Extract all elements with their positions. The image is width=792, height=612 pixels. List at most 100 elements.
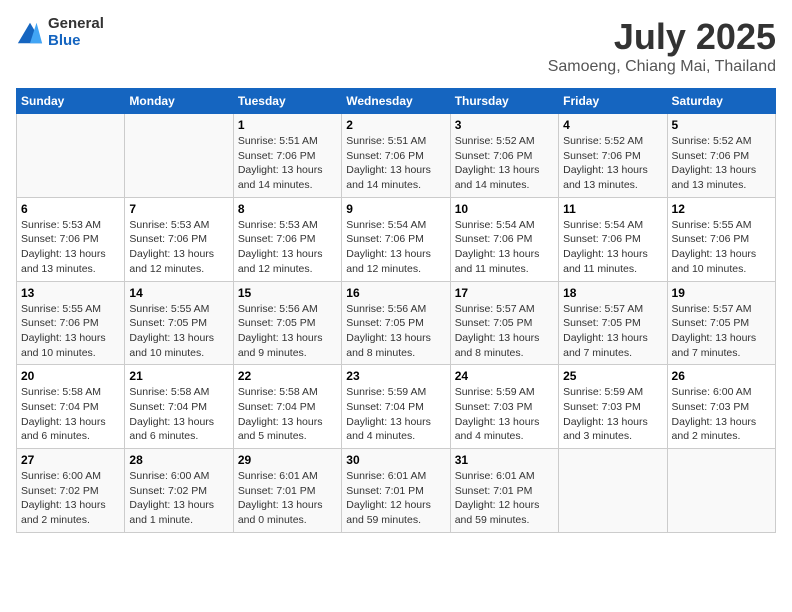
- calendar-cell: 26 Sunrise: 6:00 AM Sunset: 7:03 PM Dayli…: [667, 365, 775, 449]
- main-title: July 2025: [548, 16, 776, 58]
- day-number: 3: [455, 118, 554, 132]
- day-number: 11: [563, 202, 662, 216]
- day-info: Sunrise: 5:51 AM Sunset: 7:06 PM Dayligh…: [346, 134, 445, 193]
- day-number: 20: [21, 369, 120, 383]
- day-number: 17: [455, 286, 554, 300]
- day-info: Sunrise: 6:01 AM Sunset: 7:01 PM Dayligh…: [346, 469, 445, 528]
- calendar-cell: 14Sunrise: 5:55 AM Sunset: 7:05 PM Dayli…: [125, 281, 233, 365]
- day-number: 30: [346, 453, 445, 467]
- day-number: 31: [455, 453, 554, 467]
- day-info: Sunrise: 5:54 AM Sunset: 7:06 PM Dayligh…: [346, 218, 445, 277]
- calendar-cell: 8 Sunrise: 5:53 AM Sunset: 7:06 PM Daylig…: [233, 197, 341, 281]
- weekday-header-wednesday: Wednesday: [342, 89, 450, 114]
- weekday-header-thursday: Thursday: [450, 89, 558, 114]
- day-number: 5: [672, 118, 771, 132]
- calendar-body: 1 Sunrise: 5:51 AM Sunset: 7:06 PM Daylig…: [17, 114, 776, 533]
- day-info: Sunrise: 6:01 AM Sunset: 7:01 PM Dayligh…: [238, 469, 337, 528]
- calendar-cell: 21 Sunrise: 5:58 AM Sunset: 7:04 PM Dayli…: [125, 365, 233, 449]
- day-number: 8: [238, 202, 337, 216]
- page-header: General Blue July 2025 Samoeng, Chiang M…: [16, 16, 776, 76]
- day-number: 21: [129, 369, 228, 383]
- day-info: Sunrise: 6:00 AM Sunset: 7:02 PM Dayligh…: [129, 469, 228, 528]
- logo-general-text: General: [48, 16, 104, 33]
- weekday-header-tuesday: Tuesday: [233, 89, 341, 114]
- calendar-cell: [667, 449, 775, 533]
- calendar-cell: 23 Sunrise: 5:59 AM Sunset: 7:04 PM Dayli…: [342, 365, 450, 449]
- day-number: 19: [672, 286, 771, 300]
- day-info: Sunrise: 5:57 AM Sunset: 7:05 PM Dayligh…: [672, 302, 771, 361]
- day-number: 6: [21, 202, 120, 216]
- calendar-cell: 18 Sunrise: 5:57 AM Sunset: 7:05 PM Dayli…: [559, 281, 667, 365]
- day-info: Sunrise: 6:01 AM Sunset: 7:01 PM Dayligh…: [455, 469, 554, 528]
- day-number: 25: [563, 369, 662, 383]
- day-number: 24: [455, 369, 554, 383]
- day-info: Sunrise: 5:57 AM Sunset: 7:05 PM Dayligh…: [455, 302, 554, 361]
- logo: General Blue: [16, 16, 104, 49]
- calendar-cell: 9 Sunrise: 5:54 AM Sunset: 7:06 PM Daylig…: [342, 197, 450, 281]
- day-info: Sunrise: 5:55 AM Sunset: 7:06 PM Dayligh…: [672, 218, 771, 277]
- day-info: Sunrise: 5:58 AM Sunset: 7:04 PM Dayligh…: [238, 385, 337, 444]
- calendar-cell: 31 Sunrise: 6:01 AM Sunset: 7:01 PM Dayli…: [450, 449, 558, 533]
- day-number: 4: [563, 118, 662, 132]
- week-row-2: 6 Sunrise: 5:53 AM Sunset: 7:06 PM Daylig…: [17, 197, 776, 281]
- day-number: 1: [238, 118, 337, 132]
- day-info: Sunrise: 5:57 AM Sunset: 7:05 PM Dayligh…: [563, 302, 662, 361]
- calendar-cell: 25Sunrise: 5:59 AM Sunset: 7:03 PM Dayli…: [559, 365, 667, 449]
- week-row-3: 13Sunrise: 5:55 AM Sunset: 7:06 PM Dayli…: [17, 281, 776, 365]
- day-info: Sunrise: 5:54 AM Sunset: 7:06 PM Dayligh…: [563, 218, 662, 277]
- day-info: Sunrise: 6:00 AM Sunset: 7:02 PM Dayligh…: [21, 469, 120, 528]
- day-info: Sunrise: 5:53 AM Sunset: 7:06 PM Dayligh…: [129, 218, 228, 277]
- day-number: 28: [129, 453, 228, 467]
- calendar-cell: 20 Sunrise: 5:58 AM Sunset: 7:04 PM Dayli…: [17, 365, 125, 449]
- day-number: 16: [346, 286, 445, 300]
- calendar-cell: 19 Sunrise: 5:57 AM Sunset: 7:05 PM Dayli…: [667, 281, 775, 365]
- calendar-cell: 29Sunrise: 6:01 AM Sunset: 7:01 PM Dayli…: [233, 449, 341, 533]
- day-number: 23: [346, 369, 445, 383]
- day-number: 26: [672, 369, 771, 383]
- calendar-cell: 17 Sunrise: 5:57 AM Sunset: 7:05 PM Dayli…: [450, 281, 558, 365]
- day-info: Sunrise: 5:55 AM Sunset: 7:05 PM Dayligh…: [129, 302, 228, 361]
- day-number: 10: [455, 202, 554, 216]
- day-info: Sunrise: 5:56 AM Sunset: 7:05 PM Dayligh…: [238, 302, 337, 361]
- day-info: Sunrise: 5:51 AM Sunset: 7:06 PM Dayligh…: [238, 134, 337, 193]
- week-row-1: 1 Sunrise: 5:51 AM Sunset: 7:06 PM Daylig…: [17, 114, 776, 198]
- weekday-header-row: SundayMondayTuesdayWednesdayThursdayFrid…: [17, 89, 776, 114]
- day-info: Sunrise: 5:58 AM Sunset: 7:04 PM Dayligh…: [21, 385, 120, 444]
- calendar-cell: 30 Sunrise: 6:01 AM Sunset: 7:01 PM Dayli…: [342, 449, 450, 533]
- calendar-cell: 16 Sunrise: 5:56 AM Sunset: 7:05 PM Dayli…: [342, 281, 450, 365]
- day-info: Sunrise: 5:59 AM Sunset: 7:03 PM Dayligh…: [455, 385, 554, 444]
- weekday-header-saturday: Saturday: [667, 89, 775, 114]
- sub-title: Samoeng, Chiang Mai, Thailand: [548, 58, 776, 76]
- day-number: 15: [238, 286, 337, 300]
- calendar-cell: 12 Sunrise: 5:55 AM Sunset: 7:06 PM Dayli…: [667, 197, 775, 281]
- day-info: Sunrise: 5:55 AM Sunset: 7:06 PM Dayligh…: [21, 302, 120, 361]
- calendar-cell: 28 Sunrise: 6:00 AM Sunset: 7:02 PM Dayli…: [125, 449, 233, 533]
- day-number: 12: [672, 202, 771, 216]
- calendar-cell: 6 Sunrise: 5:53 AM Sunset: 7:06 PM Daylig…: [17, 197, 125, 281]
- calendar-cell: [17, 114, 125, 198]
- day-info: Sunrise: 5:53 AM Sunset: 7:06 PM Dayligh…: [21, 218, 120, 277]
- calendar-cell: 10Sunrise: 5:54 AM Sunset: 7:06 PM Dayli…: [450, 197, 558, 281]
- day-info: Sunrise: 5:56 AM Sunset: 7:05 PM Dayligh…: [346, 302, 445, 361]
- day-number: 18: [563, 286, 662, 300]
- calendar-cell: [125, 114, 233, 198]
- day-info: Sunrise: 6:00 AM Sunset: 7:03 PM Dayligh…: [672, 385, 771, 444]
- calendar-cell: 5 Sunrise: 5:52 AM Sunset: 7:06 PM Daylig…: [667, 114, 775, 198]
- day-number: 22: [238, 369, 337, 383]
- calendar-cell: 1 Sunrise: 5:51 AM Sunset: 7:06 PM Daylig…: [233, 114, 341, 198]
- logo-icon: [16, 19, 44, 47]
- calendar-cell: 11 Sunrise: 5:54 AM Sunset: 7:06 PM Dayli…: [559, 197, 667, 281]
- day-info: Sunrise: 5:58 AM Sunset: 7:04 PM Dayligh…: [129, 385, 228, 444]
- calendar-cell: 15 Sunrise: 5:56 AM Sunset: 7:05 PM Dayli…: [233, 281, 341, 365]
- day-number: 2: [346, 118, 445, 132]
- calendar-cell: 22 Sunrise: 5:58 AM Sunset: 7:04 PM Dayli…: [233, 365, 341, 449]
- calendar-cell: 3Sunrise: 5:52 AM Sunset: 7:06 PM Daylig…: [450, 114, 558, 198]
- day-info: Sunrise: 5:52 AM Sunset: 7:06 PM Dayligh…: [672, 134, 771, 193]
- day-info: Sunrise: 5:53 AM Sunset: 7:06 PM Dayligh…: [238, 218, 337, 277]
- calendar-cell: [559, 449, 667, 533]
- day-info: Sunrise: 5:59 AM Sunset: 7:04 PM Dayligh…: [346, 385, 445, 444]
- day-number: 9: [346, 202, 445, 216]
- calendar-cell: 4Sunrise: 5:52 AM Sunset: 7:06 PM Daylig…: [559, 114, 667, 198]
- week-row-5: 27Sunrise: 6:00 AM Sunset: 7:02 PM Dayli…: [17, 449, 776, 533]
- calendar: SundayMondayTuesdayWednesdayThursdayFrid…: [16, 88, 776, 533]
